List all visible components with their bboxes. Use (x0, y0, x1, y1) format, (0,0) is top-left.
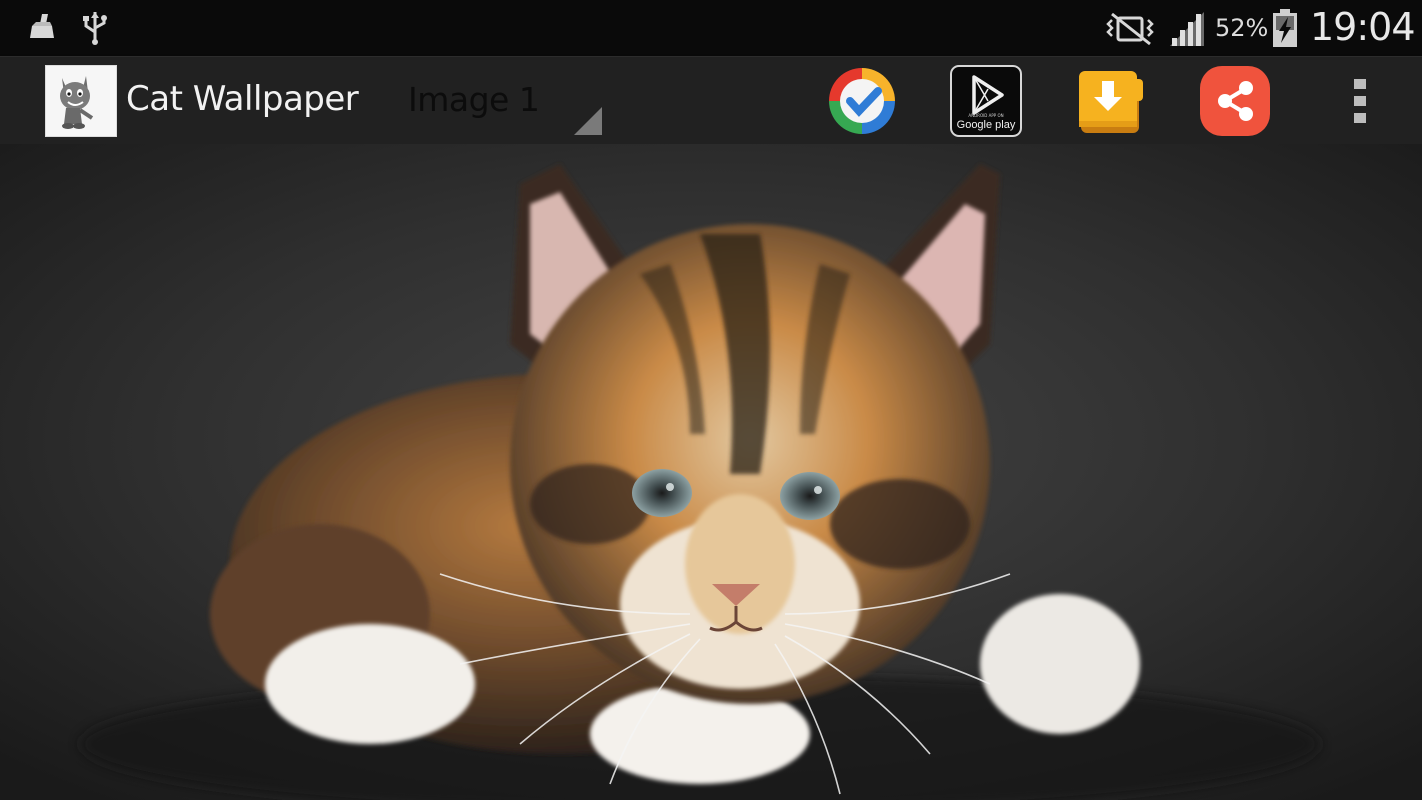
signal-icon (1168, 10, 1206, 52)
app-icon[interactable] (45, 65, 117, 137)
cat-cartoon-icon (46, 66, 116, 136)
check-app-icon (829, 68, 895, 134)
google-play-small-label: ANDROID APP ON (968, 113, 1004, 118)
image-spinner[interactable]: Image 1 (390, 65, 604, 139)
google-play-label: Google play (956, 119, 1016, 131)
usb-icon (80, 10, 110, 50)
battery-percent: 52% (1215, 14, 1269, 42)
share-button[interactable] (1199, 65, 1271, 137)
battery-charging-icon (1272, 9, 1298, 51)
kitten-wallpaper-image[interactable] (0, 144, 1422, 800)
overflow-menu-button[interactable] (1338, 71, 1382, 131)
google-play-button[interactable]: ANDROID APP ON Google play (950, 65, 1022, 137)
cleaner-icon (26, 10, 56, 48)
action-bar: Cat Wallpaper Image 1 ANDROID APP ON Goo… (0, 56, 1422, 144)
status-bar: 52% 19:04 (0, 0, 1422, 56)
kitten-photo (0, 144, 1422, 800)
spinner-selected-value: Image 1 (408, 80, 540, 119)
clock: 19:04 (1310, 5, 1416, 49)
share-icon (1200, 66, 1270, 136)
check-app-button[interactable] (826, 65, 898, 137)
spinner-arrow-icon (574, 107, 602, 135)
vibrate-mute-icon (1102, 12, 1158, 50)
download-button[interactable] (1075, 65, 1147, 137)
app-title: Cat Wallpaper (126, 79, 359, 119)
download-icon (1079, 71, 1143, 133)
overflow-menu-icon (1354, 79, 1366, 123)
